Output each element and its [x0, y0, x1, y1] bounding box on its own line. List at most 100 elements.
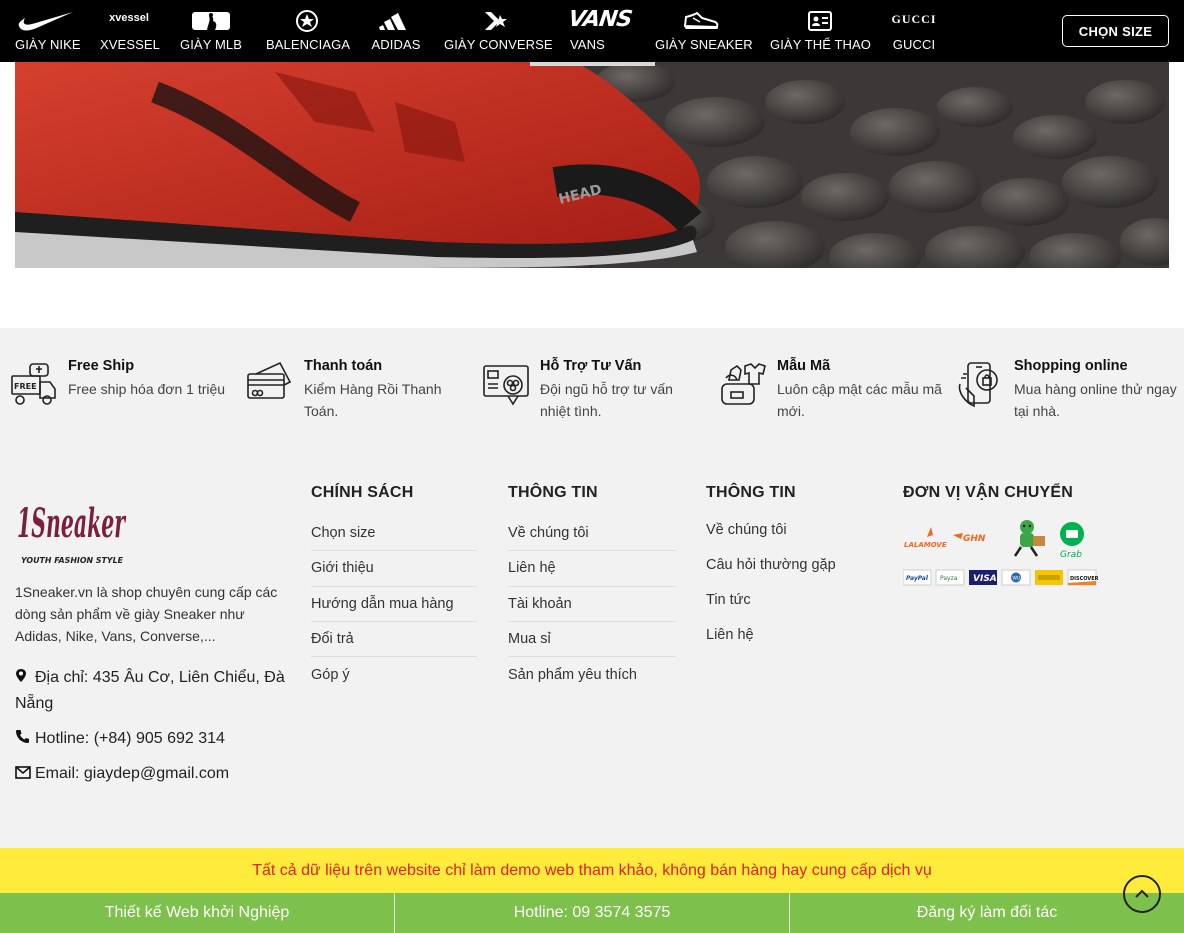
nav-item-mlb[interactable]: GIÀY MLB	[179, 0, 243, 62]
banner-button-underline	[530, 62, 655, 66]
svg-text:PayPal: PayPal	[906, 575, 929, 582]
nav-item-gucci[interactable]: GUCCI GUCCI	[890, 0, 938, 62]
email-text[interactable]: Email: giaydep@gmail.com	[35, 765, 229, 782]
svg-text:DISCOVER: DISCOVER	[1070, 576, 1099, 582]
sneaker-shoe-icon	[682, 8, 720, 34]
policy-link[interactable]: Chọn size	[311, 516, 477, 552]
web-design-link[interactable]: Thiết kế Web khởi Nghiệp	[0, 893, 395, 933]
converse-star-icon	[481, 8, 509, 34]
svg-text:WU: WU	[1013, 576, 1021, 582]
brand-logo[interactable]: 1Sneaker YOUTH FASHION STYLE	[15, 485, 130, 567]
nav-label: GIÀY SNEAKER	[655, 37, 753, 52]
red-sneaker-on-rocks-image: HEAD	[15, 62, 1169, 268]
feature-title: Thanh toán	[304, 358, 383, 374]
info-title: THÔNG TIN	[508, 484, 598, 501]
support-monitor-icon	[482, 360, 530, 408]
svg-text:Payza: Payza	[940, 575, 958, 582]
info-link[interactable]: Câu hỏi thường gặp	[706, 547, 874, 582]
hotline-text[interactable]: Hotline: (+84) 905 692 314	[35, 730, 225, 747]
phone-icon	[15, 727, 31, 743]
nike-swoosh-icon	[17, 8, 75, 34]
svg-text:LALAMOVE: LALAMOVE	[904, 541, 947, 549]
policy-link[interactable]: Đổi trả	[311, 622, 477, 658]
id-card-icon	[807, 8, 833, 34]
info-links: Về chúng tôi Liên hệ Tài khoản Mua sỉ Sả…	[508, 516, 676, 692]
info-link[interactable]: Liên hệ	[706, 617, 874, 652]
nav-label: VANS	[570, 37, 605, 52]
info-link[interactable]: Về chúng tôi	[508, 516, 676, 552]
xvessel-logo: xvessel	[109, 12, 149, 24]
clothes-bag-icon	[719, 360, 767, 408]
policy-link[interactable]: Giới thiệu	[311, 551, 477, 587]
star-badge-icon	[295, 8, 319, 34]
adidas-stripes-icon	[378, 8, 414, 34]
nav-label: GIÀY CONVERSE	[444, 37, 553, 52]
vans-logo: VANS	[566, 6, 634, 32]
hotline-link[interactable]: Hotline: 09 3574 3575	[395, 893, 790, 933]
nav-item-xvessel[interactable]: xvessel XVESSEL	[100, 0, 160, 62]
hotline: Hotline: (+84) 905 692 314	[15, 726, 290, 752]
info-link[interactable]: Mua sỉ	[508, 622, 676, 658]
credit-card-icon	[246, 360, 294, 408]
delivery-truck-icon: FREE	[10, 360, 58, 408]
svg-text:Grab: Grab	[1060, 550, 1082, 560]
nav-item-the-thao[interactable]: GIÀY THỂ THAO	[770, 0, 871, 62]
nav-label: GIÀY NIKE	[15, 37, 81, 52]
gucci-logo: GUCCI	[891, 11, 937, 26]
nav-item-sneaker[interactable]: GIÀY SNEAKER	[655, 0, 753, 62]
policy-links: Chọn size Giới thiệu Hướng dẫn mua hàng …	[311, 516, 477, 692]
feature-title: Mẫu Mã	[777, 358, 831, 374]
info-links-2: Về chúng tôi Câu hỏi thường gặp Tin tức …	[706, 512, 874, 652]
shipping-payment-logos: LALAMOVE GHN Grab PayPal Payza VISA WU D…	[902, 517, 1103, 592]
nav-label: GUCCI	[892, 37, 936, 52]
info-link[interactable]: Tài khoản	[508, 587, 676, 622]
nav-item-converse[interactable]: GIÀY CONVERSE	[444, 0, 553, 62]
nav-item-adidas[interactable]: ADIDAS	[371, 0, 421, 62]
map-pin-icon	[15, 666, 31, 682]
grab-logo: Grab	[1060, 522, 1084, 560]
nav-item-nike[interactable]: GIÀY NIKE	[15, 0, 81, 62]
policy-link[interactable]: Góp ý	[311, 657, 477, 692]
nav-label: ADIDAS	[371, 37, 421, 52]
nav-item-balenciaga[interactable]: BALENCIAGA	[266, 0, 351, 62]
info-link[interactable]: Tin tức	[706, 582, 874, 617]
info-link[interactable]: Về chúng tôi	[706, 512, 874, 547]
nav-label: GIÀY THỂ THAO	[770, 37, 871, 52]
feature-title: Free Ship	[68, 358, 135, 374]
policy-link[interactable]: Hướng dẫn mua hàng	[311, 587, 477, 622]
nav-item-vans[interactable]: VANS VANS	[566, 0, 634, 62]
payment-cards: PayPal Payza VISA WU DISCOVER	[902, 569, 1099, 586]
svg-text:FREE: FREE	[14, 382, 37, 391]
demo-notice-bar: Tất cả dữ liệu trên website chỉ làm demo…	[0, 848, 1184, 893]
choose-size-button[interactable]: CHỌN SIZE	[1062, 15, 1169, 47]
ghn-logo: GHN	[953, 533, 986, 544]
info-title-2: THÔNG TIN	[706, 484, 796, 501]
nav-label: XVESSEL	[100, 37, 160, 52]
nav-label: GIÀY MLB	[180, 37, 242, 52]
brand-logo-tagline: YOUTH FASHION STYLE	[21, 556, 124, 565]
feature-desc: Luôn cập mật các mẫu mã mới.	[777, 381, 942, 419]
info-link[interactable]: Sản phẩm yêu thích	[508, 657, 676, 692]
hero-banner-image: HEAD	[15, 62, 1169, 268]
nav-label: BALENCIAGA	[266, 37, 351, 52]
svg-text:VISA: VISA	[973, 574, 997, 584]
feature-desc: Đội ngũ hỗ trợ tư vấn nhiệt tình.	[540, 381, 673, 419]
mobile-shopping-icon	[956, 360, 1004, 408]
about-text: 1Sneaker.vn là shop chuyên cung cấp các …	[15, 584, 278, 644]
address: Địa chỉ: 435 Âu Cơ, Liên Chiểu, Đà Nẵng	[15, 665, 290, 717]
top-navigation: GIÀY NIKE xvessel XVESSEL GIÀY MLB BALEN…	[0, 0, 1184, 62]
svg-text:GHN: GHN	[963, 534, 986, 544]
shipping-title: ĐƠN VỊ VẬN CHUYỂN	[903, 484, 1073, 501]
feature-desc: Free ship hóa đơn 1 triệu	[68, 381, 226, 397]
feature-title: Shopping online	[1014, 358, 1128, 374]
delivery-man-icon	[1013, 520, 1045, 557]
bottom-action-bar: Thiết kế Web khởi Nghiệp Hotline: 09 357…	[0, 893, 1184, 933]
chevron-up-icon	[1135, 889, 1149, 898]
feature-desc: Mua hàng online thử ngay tại nhà.	[1014, 381, 1177, 419]
info-link[interactable]: Liên hệ	[508, 551, 676, 587]
policy-title: CHÍNH SÁCH	[311, 484, 414, 501]
mlb-logo-icon	[191, 8, 231, 34]
lalamove-logo: LALAMOVE	[904, 527, 947, 549]
address-text: Địa chỉ: 435 Âu Cơ, Liên Chiểu, Đà Nẵng	[15, 669, 285, 712]
scroll-to-top-button[interactable]	[1123, 875, 1161, 913]
